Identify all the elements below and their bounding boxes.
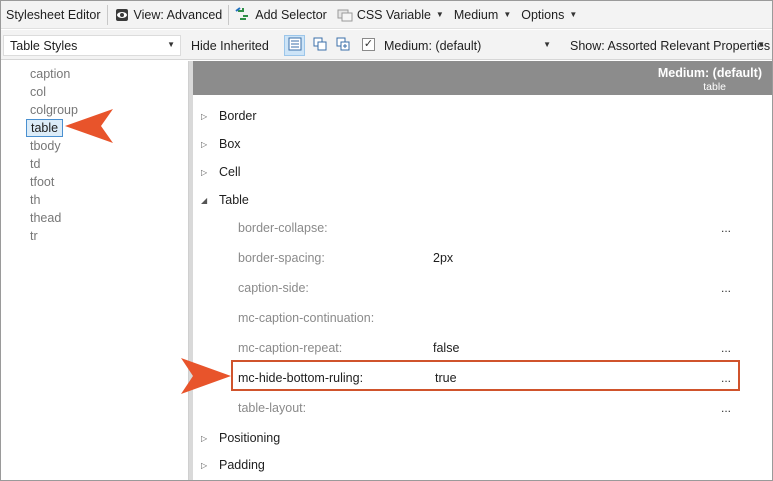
property-list-view-button[interactable]	[284, 35, 305, 56]
highlight-box	[231, 360, 740, 391]
medium-select[interactable]: Medium: (default) ▼	[377, 35, 557, 56]
secondary-toolbar: Table Styles ▼ Hide Inherited ✓ Medium: …	[1, 30, 772, 60]
selector-item-th[interactable]: th	[30, 193, 40, 207]
group-positioning[interactable]: ▷ Positioning	[201, 431, 280, 445]
header-selector: table	[703, 81, 726, 93]
property-more-button[interactable]: ...	[721, 221, 731, 235]
options-menu-label: Options	[521, 7, 565, 22]
stylesheet-editor-window: Stylesheet Editor View: Advanced Add Sel…	[0, 0, 773, 481]
css-variable-label: CSS Variable	[356, 7, 431, 22]
properties-pane: ▷ Border ▷ Box ▷ Cell ◢ Table border-col…	[193, 95, 772, 480]
property-name: mc-caption-continuation:	[238, 311, 375, 325]
medium-menu-label: Medium	[453, 7, 499, 22]
group-cell[interactable]: ▷ Cell	[201, 165, 241, 179]
group-label: Cell	[219, 165, 241, 179]
grouped-view-icon	[313, 37, 327, 54]
property-name: border-spacing:	[238, 251, 325, 265]
main-toolbar: Stylesheet Editor View: Advanced Add Sel…	[1, 1, 772, 29]
property-name: table-layout:	[238, 401, 307, 415]
add-selector-label: Add Selector	[255, 7, 327, 22]
selector-item-tfoot[interactable]: tfoot	[30, 175, 54, 189]
expand-icon: ▷	[201, 433, 208, 443]
view-mode-button[interactable]: View: Advanced	[109, 1, 228, 29]
selector-item-tbody[interactable]: tbody	[30, 139, 61, 153]
toolbar-separator	[228, 4, 230, 25]
expand-icon: ▷	[201, 111, 208, 121]
selector-item-td[interactable]: td	[30, 157, 40, 171]
expand-icon: ▷	[201, 460, 208, 470]
properties-header: Medium: (default) table	[193, 61, 772, 95]
expand-icon: ▷	[201, 167, 208, 177]
show-properties-select[interactable]: Show: Assorted Relevant Properties ▼	[563, 35, 771, 56]
hide-inherited-button[interactable]: Hide Inherited	[191, 35, 269, 56]
group-label: Box	[219, 137, 241, 151]
property-value[interactable]: false	[433, 341, 459, 355]
css-variable-icon	[337, 7, 353, 23]
eye-icon	[114, 7, 130, 23]
callout-arrow-icon	[65, 109, 113, 143]
property-value[interactable]: 2px	[433, 251, 453, 265]
chevron-down-icon: ▼	[167, 40, 175, 49]
hide-inherited-label: Hide Inherited	[191, 38, 269, 53]
header-medium: Medium: (default)	[657, 66, 762, 80]
chevron-down-icon: ▼	[543, 40, 551, 49]
chevron-down-icon: ▼	[435, 10, 444, 19]
css-variable-button[interactable]: CSS Variable ▼	[332, 1, 449, 29]
callout-arrow-icon	[181, 358, 231, 394]
property-more-button[interactable]: ...	[721, 401, 731, 415]
editor-title: Stylesheet Editor	[6, 7, 101, 22]
group-label: Table	[219, 193, 249, 207]
expanded-view-button[interactable]	[332, 35, 353, 56]
selector-item-tr[interactable]: tr	[30, 229, 38, 243]
group-border[interactable]: ▷ Border	[201, 109, 257, 123]
toolbar-separator	[106, 4, 108, 25]
selector-item-thead[interactable]: thead	[30, 211, 61, 225]
style-select-value: Table Styles	[10, 38, 78, 53]
chevron-down-icon: ▼	[503, 10, 512, 19]
grouped-view-button[interactable]	[309, 35, 330, 56]
property-name: caption-side:	[238, 281, 309, 295]
group-label: Border	[219, 109, 257, 123]
medium-menu-button[interactable]: Medium ▼	[449, 1, 516, 29]
group-padding[interactable]: ▷ Padding	[201, 458, 265, 472]
group-box[interactable]: ▷ Box	[201, 137, 241, 151]
expand-icon: ▷	[201, 139, 208, 149]
property-name: mc-caption-repeat:	[238, 341, 343, 355]
property-more-button[interactable]: ...	[721, 341, 731, 355]
chevron-down-icon: ▼	[569, 10, 578, 19]
group-table[interactable]: ◢ Table	[201, 193, 249, 207]
add-selector-button[interactable]: Add Selector	[230, 1, 332, 29]
selector-item-table-selected[interactable]: table	[26, 119, 64, 137]
show-properties-value: Show: Assorted Relevant Properties	[570, 38, 771, 53]
view-mode-label: View: Advanced	[133, 7, 223, 22]
selector-item-caption[interactable]: caption	[30, 67, 70, 81]
group-label: Padding	[219, 458, 265, 472]
options-menu-button[interactable]: Options ▼	[516, 1, 582, 29]
style-select[interactable]: Table Styles ▼	[3, 35, 181, 56]
medium-select-value: Medium: (default)	[384, 38, 482, 53]
expanded-view-icon	[336, 37, 350, 54]
property-name: border-collapse:	[238, 221, 328, 235]
collapse-icon: ◢	[201, 195, 208, 205]
medium-checkbox[interactable]: ✓	[362, 38, 375, 51]
list-view-icon	[288, 37, 302, 54]
chevron-down-icon: ▼	[757, 40, 765, 49]
add-selector-icon	[235, 6, 251, 23]
property-more-button[interactable]: ...	[721, 281, 731, 295]
selector-item-col[interactable]: col	[30, 85, 46, 99]
group-label: Positioning	[219, 431, 281, 445]
